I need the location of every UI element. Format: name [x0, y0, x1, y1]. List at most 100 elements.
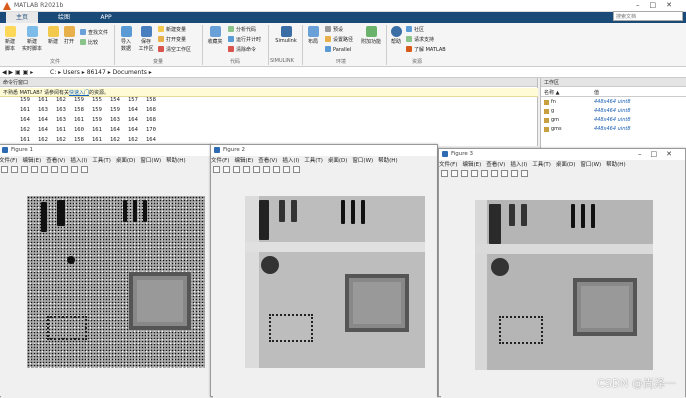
open-variable-button[interactable]: 打开变量	[158, 36, 186, 43]
legend-icon[interactable]	[501, 170, 508, 177]
workspace-row[interactable]: gms 448x464 uint8	[541, 125, 686, 134]
dock-icon[interactable]	[81, 166, 88, 173]
new-figure-icon[interactable]	[441, 170, 448, 177]
compare-button[interactable]: 比较	[80, 39, 98, 46]
dock-icon[interactable]	[521, 170, 528, 177]
column-value[interactable]: 值	[594, 89, 599, 96]
legend-icon[interactable]	[273, 166, 280, 173]
set-path-button[interactable]: 设置路径	[325, 36, 353, 43]
menu-view[interactable]: 查看(V)	[258, 158, 277, 164]
pointer-icon[interactable]	[71, 166, 78, 173]
new-figure-icon[interactable]	[1, 166, 8, 173]
favorites-button[interactable]: 收藏夹	[206, 26, 224, 45]
window-controls[interactable]: –□✕	[638, 150, 681, 158]
menu-tools[interactable]: 工具(T)	[92, 158, 111, 164]
pointer-icon[interactable]	[511, 170, 518, 177]
menu-desktop[interactable]: 桌面(D)	[116, 158, 136, 164]
open-icon[interactable]	[11, 166, 18, 173]
breadcrumb-item[interactable]: C:	[50, 69, 56, 76]
print-icon[interactable]	[243, 166, 250, 173]
search-input[interactable]: 搜索文档	[613, 11, 683, 21]
analyze-code-button[interactable]: 分析代码	[228, 26, 256, 33]
nav-arrows-icon[interactable]: ◀ ▶ ▣ ▣ ▸	[2, 69, 33, 76]
menu-desktop[interactable]: 桌面(D)	[556, 162, 576, 168]
figure-window-2[interactable]: Figure 2 文件(F) 编辑(E) 查看(V) 插入(I) 工具(T) 桌面(D) 窗…	[210, 144, 438, 398]
open-button[interactable]: 打开	[62, 26, 76, 45]
preferences-button[interactable]: 预设	[325, 26, 343, 33]
matrix-row: 162 164 161 160 161 164 164 170	[20, 127, 156, 133]
new-button[interactable]: 新建	[46, 26, 60, 45]
save-icon[interactable]	[21, 166, 28, 173]
learn-matlab-link[interactable]: 了解 MATLAB	[406, 46, 446, 53]
breadcrumb-item[interactable]: 86147	[87, 69, 106, 76]
new-figure-icon[interactable]	[213, 166, 220, 173]
menu-window[interactable]: 窗口(W)	[352, 158, 373, 164]
save-icon[interactable]	[233, 166, 240, 173]
open-icon[interactable]	[223, 166, 230, 173]
print-icon[interactable]	[471, 170, 478, 177]
menu-insert[interactable]: 插入(I)	[510, 162, 527, 168]
colorbar-icon[interactable]	[51, 166, 58, 173]
breadcrumb-item[interactable]: Users	[63, 69, 80, 76]
menu-file[interactable]: 文件(F)	[211, 158, 229, 164]
figure-window-3[interactable]: Figure 3 –□✕ 文件(F) 编辑(E) 查看(V) 插入(I) 工具(T) 桌面(…	[438, 148, 686, 398]
colorbar-icon[interactable]	[263, 166, 270, 173]
link-icon[interactable]	[41, 166, 48, 173]
menu-desktop[interactable]: 桌面(D)	[328, 158, 348, 164]
menu-help[interactable]: 帮助(H)	[378, 158, 397, 164]
menu-edit[interactable]: 编辑(E)	[234, 158, 253, 164]
workspace-row[interactable]: fn 448x464 uint8	[541, 98, 686, 107]
new-variable-button[interactable]: 新建变量	[158, 26, 186, 33]
menu-tools[interactable]: 工具(T)	[532, 162, 551, 168]
menu-insert[interactable]: 插入(I)	[282, 158, 299, 164]
figure-window-1[interactable]: Figure 1 文件(F) 编辑(E) 查看(V) 插入(I) 工具(T) 桌面(D) 窗…	[0, 144, 212, 398]
tab-home[interactable]: 主页	[6, 12, 38, 23]
help-button[interactable]: 帮助	[389, 26, 403, 45]
breadcrumb-item[interactable]: Documents	[113, 69, 147, 76]
command-window[interactable]: 命令行窗口 不熟悉 MATLAB? 请参阅有关快速入门的资源。 159 161 16…	[0, 78, 538, 146]
link-icon[interactable]	[481, 170, 488, 177]
menu-window[interactable]: 窗口(W)	[580, 162, 601, 168]
menu-help[interactable]: 帮助(H)	[606, 162, 625, 168]
parallel-button[interactable]: Parallel	[325, 46, 351, 53]
menu-file[interactable]: 文件(F)	[439, 162, 457, 168]
menu-edit[interactable]: 编辑(E)	[22, 158, 41, 164]
save-workspace-button[interactable]: 保存 工作区	[137, 26, 155, 52]
layout-button[interactable]: 布局	[305, 26, 321, 45]
colorbar-icon[interactable]	[491, 170, 498, 177]
pointer-icon[interactable]	[283, 166, 290, 173]
menu-view[interactable]: 查看(V)	[46, 158, 65, 164]
addons-button[interactable]: 附加功能	[360, 26, 382, 45]
legend-icon[interactable]	[61, 166, 68, 173]
menu-help[interactable]: 帮助(H)	[166, 158, 185, 164]
clear-commands-button[interactable]: 清除命令	[228, 46, 256, 53]
window-controls[interactable]: –□✕	[636, 1, 682, 9]
menu-tools[interactable]: 工具(T)	[304, 158, 323, 164]
tab-apps[interactable]: APP	[90, 12, 122, 23]
request-support-link[interactable]: 请求支持	[406, 36, 434, 43]
menu-insert[interactable]: 插入(I)	[70, 158, 87, 164]
simulink-button[interactable]: Simulink	[272, 26, 300, 44]
community-link[interactable]: 社区	[406, 26, 424, 33]
component-shape	[509, 204, 515, 226]
workspace-row[interactable]: g 448x464 uint8	[541, 107, 686, 116]
clear-workspace-button[interactable]: 清空工作区	[158, 46, 191, 53]
menu-window[interactable]: 窗口(W)	[140, 158, 161, 164]
menu-view[interactable]: 查看(V)	[486, 162, 505, 168]
address-bar[interactable]: ◀ ▶ ▣ ▣ ▸ C: ▸ Users ▸ 86147 ▸ Documents…	[0, 67, 686, 78]
run-and-time-button[interactable]: 运行并计时	[228, 36, 261, 43]
find-files-button[interactable]: 查找文件	[80, 29, 108, 36]
print-icon[interactable]	[31, 166, 38, 173]
workspace-row[interactable]: gm 448x464 uint8	[541, 116, 686, 125]
new-script-button[interactable]: 新建 脚本	[2, 26, 18, 52]
open-icon[interactable]	[451, 170, 458, 177]
import-data-button[interactable]: 导入 数据	[118, 26, 134, 52]
save-icon[interactable]	[461, 170, 468, 177]
dock-icon[interactable]	[293, 166, 300, 173]
column-name[interactable]: 名称 ▲	[544, 89, 559, 96]
new-live-script-button[interactable]: 新建 实时脚本	[22, 26, 42, 52]
link-icon[interactable]	[253, 166, 260, 173]
tab-plots[interactable]: 绘图	[48, 12, 80, 23]
menu-edit[interactable]: 编辑(E)	[462, 162, 481, 168]
menu-file[interactable]: 文件(F)	[0, 158, 17, 164]
